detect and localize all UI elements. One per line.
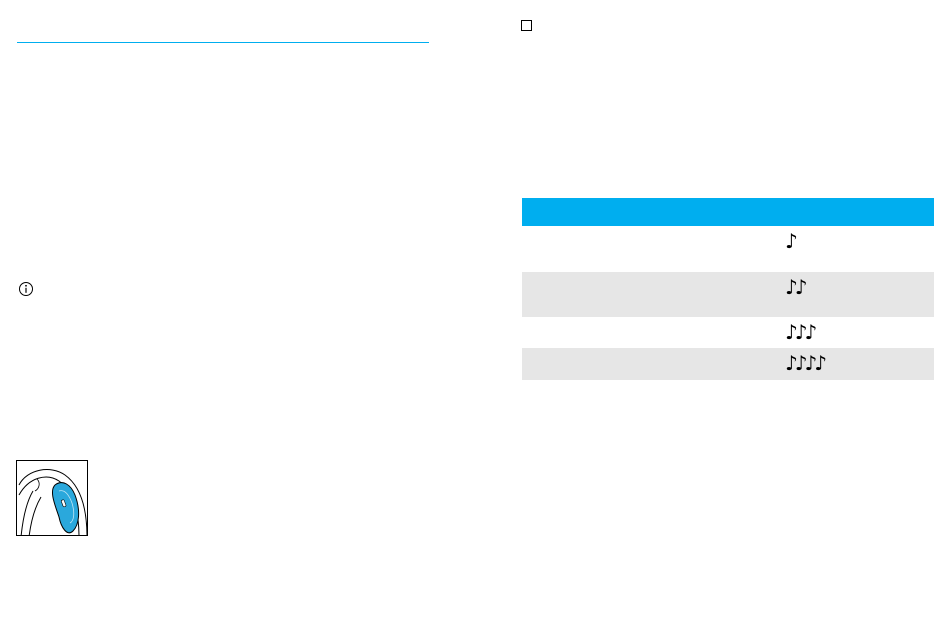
music-notes-icon: ♪♪♪♪ bbox=[785, 351, 827, 375]
info-icon bbox=[19, 282, 33, 296]
table-row: ♪♪♪♪ bbox=[522, 348, 934, 380]
headset-button-figure bbox=[16, 460, 88, 536]
music-notes-icon: ♪ bbox=[785, 229, 798, 253]
headset-illustration bbox=[18, 469, 87, 535]
music-notes-icon: ♪♪ bbox=[785, 275, 807, 299]
table-row: ♪♪ bbox=[522, 272, 934, 317]
section-divider-rule bbox=[17, 42, 429, 43]
table-row: ♪ bbox=[522, 226, 934, 272]
table-row: ♪♪♪ bbox=[522, 317, 934, 348]
tone-table: ♪ ♪♪ ♪♪♪ ♪♪♪♪ bbox=[522, 198, 934, 380]
music-notes-icon: ♪♪♪ bbox=[785, 320, 817, 344]
table-header-bar bbox=[522, 198, 934, 226]
checkbox-icon bbox=[521, 20, 532, 31]
